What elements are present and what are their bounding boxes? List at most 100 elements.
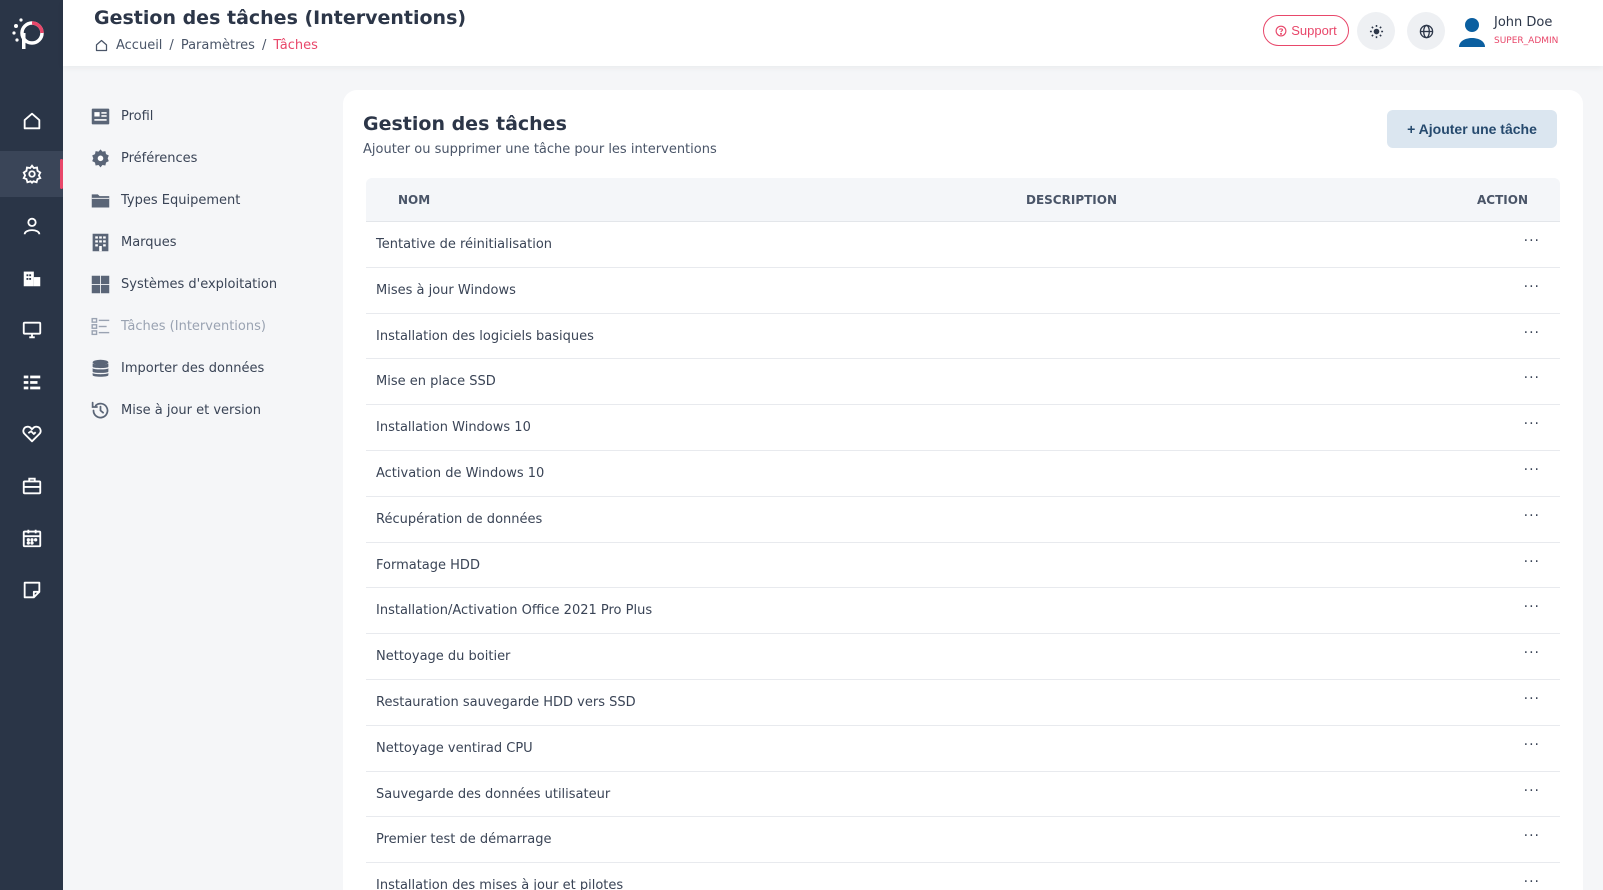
settings-menu: Profil Préférences Types Equipement Marq… — [90, 95, 320, 431]
table-row[interactable]: Restauration sauvegarde HDD vers SSD ··· — [366, 680, 1560, 726]
task-name: Tentative de réinitialisation — [376, 237, 553, 252]
database-icon — [92, 359, 109, 377]
task-name: Installation Windows 10 — [376, 420, 531, 436]
task-name: Installation/Activation Office 2021 Pro … — [376, 603, 653, 619]
gear-icon — [21, 164, 42, 185]
settings-item-label: Mise à jour et version — [121, 402, 261, 418]
windows-icon — [91, 275, 110, 293]
page-title: Gestion des tâches (Interventions) — [94, 7, 467, 29]
table-row[interactable]: Premier test de démarrage ··· — [366, 817, 1560, 864]
task-name: Premier test de démarrage — [376, 832, 552, 848]
theme-toggle-button[interactable] — [1357, 12, 1395, 50]
profile-card-icon — [91, 108, 110, 124]
task-name: Installation des logiciels basiques — [376, 328, 594, 344]
top-header: Gestion des tâches (Interventions) Accue… — [63, 0, 1603, 66]
rail-interventions[interactable] — [0, 411, 63, 457]
row-actions-menu-button[interactable]: ··· — [1524, 279, 1540, 295]
settings-item-importer[interactable]: Importer des données — [90, 347, 320, 389]
user-icon — [23, 217, 40, 235]
rail-notes[interactable] — [0, 567, 63, 613]
rail-home[interactable] — [0, 98, 63, 144]
row-actions-menu-button[interactable]: ··· — [1524, 599, 1540, 615]
rail-companies[interactable] — [0, 255, 63, 301]
sun-icon — [1369, 24, 1383, 38]
row-actions-menu-button[interactable]: ··· — [1524, 416, 1540, 432]
table-header: NOM DESCRIPTION ACTION — [366, 178, 1560, 222]
row-actions-menu-button[interactable]: ··· — [1524, 645, 1540, 661]
settings-item-profil[interactable]: Profil — [90, 95, 320, 137]
settings-item-systemes[interactable]: Systèmes d'exploitation — [90, 263, 320, 305]
table-row[interactable]: Mises à jour Windows ··· — [366, 268, 1560, 314]
table-row[interactable]: Nettoyage ventirad CPU ··· — [366, 726, 1560, 772]
row-actions-menu-button[interactable]: ··· — [1524, 828, 1540, 844]
table-row[interactable]: Sauvegarde des données utilisateur ··· — [366, 772, 1560, 818]
rail-calendar[interactable] — [0, 515, 63, 561]
table-row[interactable]: Mise en place SSD ··· — [366, 359, 1560, 406]
heart-handshake-icon — [21, 425, 42, 443]
rail-users[interactable] — [0, 203, 63, 249]
gear-icon — [92, 148, 109, 167]
settings-item-preferences[interactable]: Préférences — [90, 137, 320, 179]
table-row[interactable]: Tentative de réinitialisation ··· — [366, 222, 1560, 268]
settings-item-taches[interactable]: Tâches (Interventions) — [90, 305, 320, 347]
calendar-icon — [22, 529, 41, 548]
row-actions-menu-button[interactable]: ··· — [1524, 233, 1540, 249]
settings-item-marques[interactable]: Marques — [90, 221, 320, 263]
task-name: Récupération de données — [376, 511, 543, 527]
settings-item-mise-a-jour[interactable]: Mise à jour et version — [90, 389, 320, 431]
row-actions-menu-button[interactable]: ··· — [1524, 874, 1540, 890]
column-header-description[interactable]: DESCRIPTION — [1026, 193, 1117, 207]
rail-equipment[interactable] — [0, 307, 63, 353]
table-row[interactable]: Nettoyage du boitier ··· — [366, 634, 1560, 680]
row-actions-menu-button[interactable]: ··· — [1524, 737, 1540, 753]
card-title: Gestion des tâches — [363, 113, 567, 135]
task-name: Restauration sauvegarde HDD vers SSD — [376, 694, 636, 710]
card-subtitle: Ajouter ou supprimer une tâche pour les … — [363, 142, 717, 157]
tasks-table: NOM DESCRIPTION ACTION Tentative de réin… — [366, 178, 1560, 890]
task-name: Sauvegarde des données utilisateur — [376, 786, 611, 802]
table-row[interactable]: Installation Windows 10 ··· — [366, 405, 1560, 451]
settings-item-types-equipement[interactable]: Types Equipement — [90, 179, 320, 221]
note-icon — [23, 581, 40, 599]
settings-item-label: Tâches (Interventions) — [121, 318, 266, 334]
breadcrumb-separator: / — [169, 38, 174, 53]
row-actions-menu-button[interactable]: ··· — [1524, 462, 1540, 478]
row-actions-menu-button[interactable]: ··· — [1524, 691, 1540, 707]
settings-item-label: Profil — [121, 108, 154, 124]
settings-item-label: Systèmes d'exploitation — [121, 276, 278, 292]
avatar[interactable] — [1457, 16, 1487, 48]
task-name: Formatage HDD — [376, 557, 480, 573]
task-list-icon — [91, 317, 110, 335]
rail-settings[interactable] — [0, 151, 63, 197]
table-row[interactable]: Formatage HDD ··· — [366, 543, 1560, 589]
rail-jobs[interactable] — [0, 463, 63, 509]
support-button[interactable]: Support — [1263, 15, 1349, 46]
table-row[interactable]: Installation des logiciels basiques ··· — [366, 314, 1560, 360]
table-row[interactable]: Installation des mises à jour et pilotes… — [366, 863, 1560, 890]
task-name: Nettoyage du boitier — [376, 649, 511, 665]
breadcrumb-settings[interactable]: Paramètres — [181, 38, 255, 53]
app-logo[interactable] — [10, 14, 50, 54]
row-actions-menu-button[interactable]: ··· — [1524, 554, 1540, 570]
settings-item-label: Préférences — [121, 150, 198, 166]
row-actions-menu-button[interactable]: ··· — [1524, 508, 1540, 524]
breadcrumb-separator: / — [261, 38, 267, 53]
task-name: Mises à jour Windows — [376, 282, 516, 298]
column-header-nom[interactable]: NOM — [398, 193, 430, 207]
settings-item-label: Importer des données — [121, 360, 265, 376]
task-list-icon — [23, 375, 40, 390]
tasks-card: Gestion des tâches Ajouter ou supprimer … — [343, 90, 1583, 890]
row-actions-menu-button[interactable]: ··· — [1524, 325, 1540, 341]
breadcrumb-current: Tâches — [273, 38, 318, 53]
language-button[interactable] — [1407, 12, 1445, 50]
row-actions-menu-button[interactable]: ··· — [1524, 370, 1540, 386]
add-task-button[interactable]: + Ajouter une tâche — [1387, 110, 1557, 148]
rail-tasks[interactable] — [0, 359, 63, 405]
table-row[interactable]: Récupération de données ··· — [366, 497, 1560, 543]
building-icon — [92, 233, 109, 251]
row-actions-menu-button[interactable]: ··· — [1524, 783, 1540, 799]
table-row[interactable]: Installation/Activation Office 2021 Pro … — [366, 588, 1560, 635]
support-label: Support — [1291, 23, 1337, 38]
breadcrumb-home[interactable]: Accueil — [116, 38, 162, 53]
table-row[interactable]: Activation de Windows 10 ··· — [366, 451, 1560, 497]
